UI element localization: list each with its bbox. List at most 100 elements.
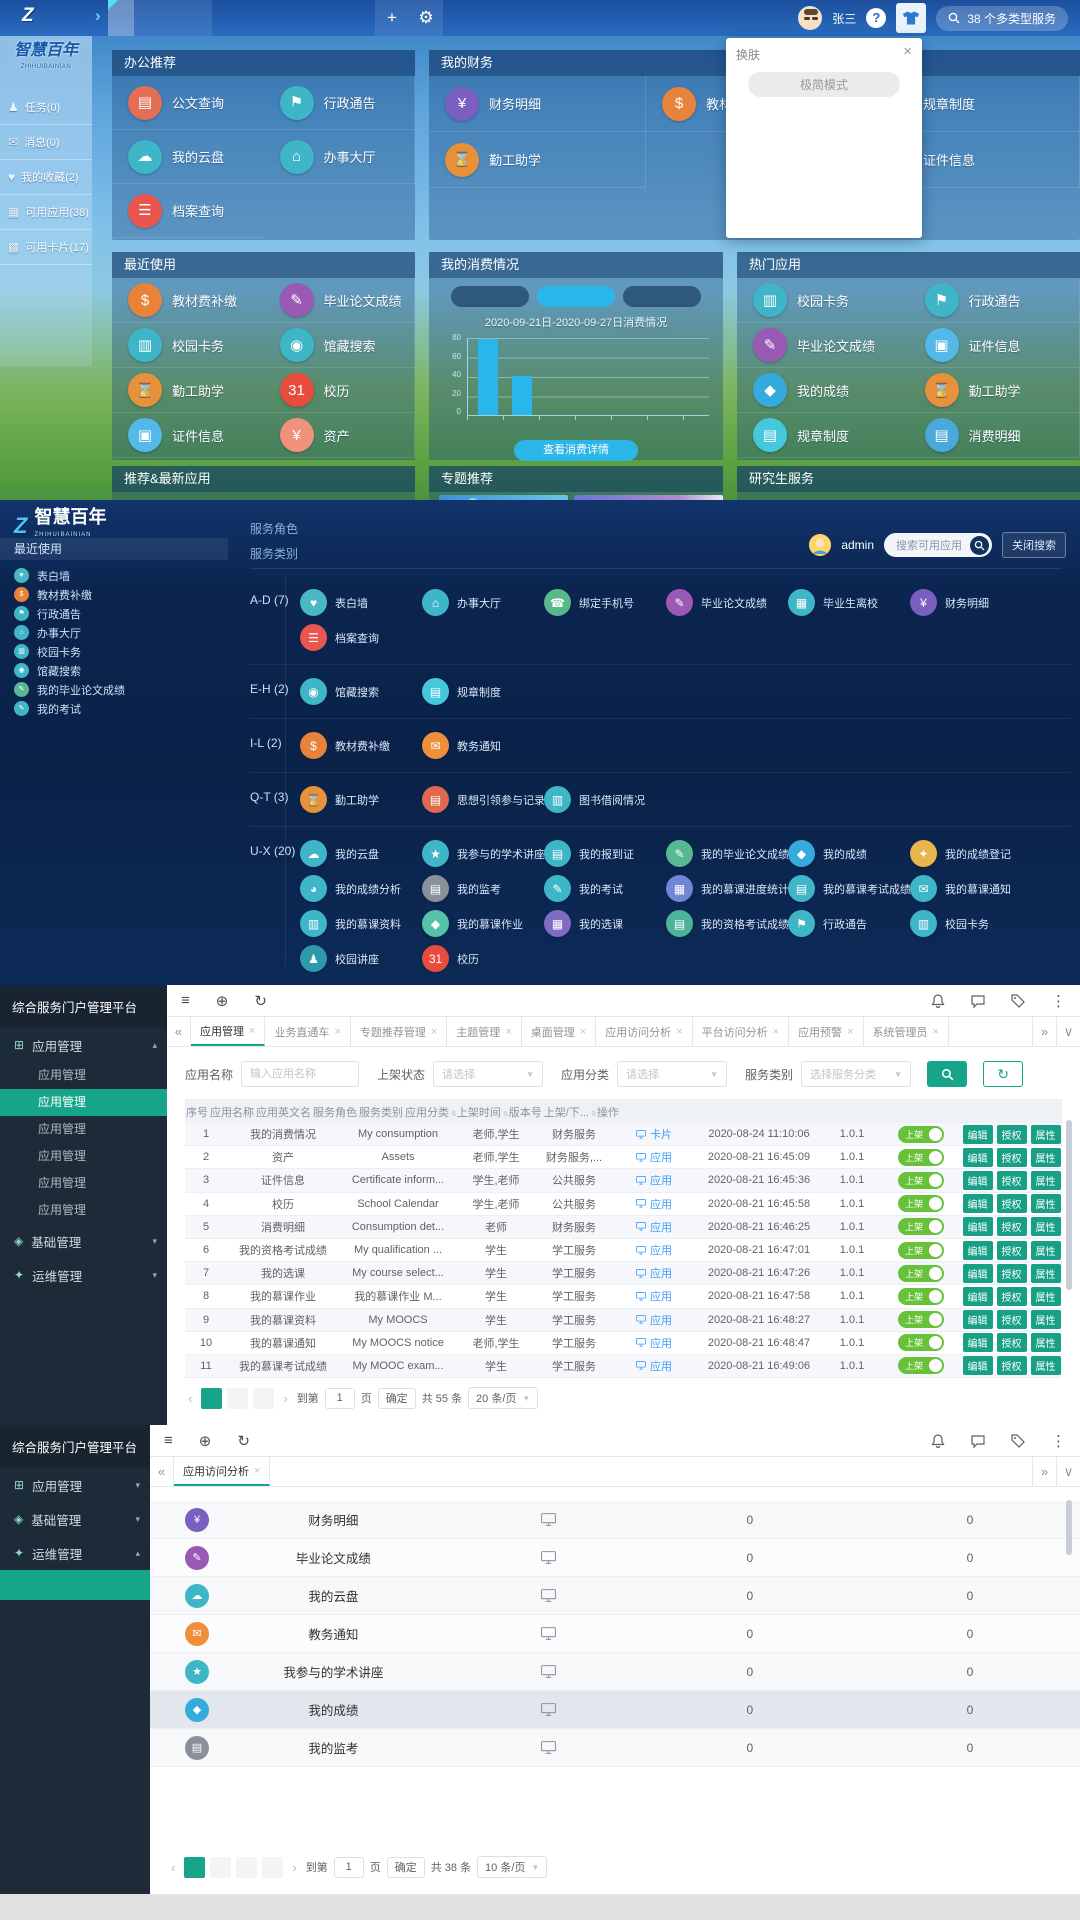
chat-icon[interactable]: [971, 994, 985, 1008]
app-item[interactable]: ✦我的成绩登记: [910, 836, 1032, 871]
app-item[interactable]: ⚑行政通告: [909, 278, 1080, 323]
next-page[interactable]: ›: [289, 1860, 299, 1875]
publish-toggle[interactable]: 上架: [898, 1265, 944, 1282]
admin-tab[interactable]: 平台访问分析×: [693, 1017, 789, 1046]
property-button[interactable]: 属性: [1031, 1264, 1061, 1283]
authorize-button[interactable]: 授权: [997, 1310, 1027, 1329]
table-header-cell[interactable]: 应用分类⇅: [405, 1104, 457, 1120]
recent-app-item[interactable]: ✎我的毕业论文成绩: [14, 680, 228, 699]
monitor-icon[interactable]: [458, 1741, 640, 1754]
edit-button[interactable]: 编辑: [963, 1194, 993, 1213]
app-item[interactable]: ▥我的慕课资料: [300, 906, 422, 941]
app-class-link[interactable]: 应用: [636, 1172, 672, 1188]
help-icon[interactable]: ?: [866, 8, 886, 28]
authorize-button[interactable]: 授权: [997, 1241, 1027, 1260]
sidebar-item[interactable]: ✉消息(0): [0, 125, 92, 160]
close-icon[interactable]: ×: [933, 1026, 939, 1038]
publish-toggle[interactable]: 上架: [898, 1288, 944, 1305]
page-number[interactable]: [227, 1388, 248, 1409]
admin-tab[interactable]: 主题管理×: [447, 1017, 521, 1046]
table-row[interactable]: 3 证件信息 Certificate inform... 学生,老师 公共服务 …: [185, 1169, 1062, 1192]
close-icon[interactable]: ×: [431, 1026, 437, 1038]
table-row[interactable]: 7 我的选课 My course select... 学生 学工服务 应用 20…: [185, 1262, 1062, 1285]
edit-button[interactable]: 编辑: [963, 1333, 993, 1352]
skin-thumbnail[interactable]: [797, 106, 851, 134]
app-class-link[interactable]: 应用: [636, 1149, 672, 1165]
close-icon[interactable]: ×: [676, 1026, 682, 1038]
publish-toggle[interactable]: 上架: [898, 1242, 944, 1259]
app-item[interactable]: ✎毕业论文成绩: [737, 323, 909, 368]
next-page[interactable]: ›: [280, 1391, 290, 1406]
property-button[interactable]: 属性: [1031, 1356, 1061, 1375]
app-item[interactable]: ▦毕业生离校: [788, 585, 910, 620]
app-item[interactable]: ▥校园卡务: [910, 906, 1032, 941]
app-item[interactable]: ♟校园讲座: [300, 941, 422, 976]
table-header-cell[interactable]: 序号: [186, 1104, 210, 1120]
app-item[interactable]: ☁我的云盘: [112, 130, 264, 184]
edit-button[interactable]: 编辑: [963, 1217, 993, 1236]
app-item[interactable]: ▤消费明细: [909, 413, 1080, 458]
view-consumption-detail-button[interactable]: 查看消费详情: [514, 440, 638, 461]
app-item[interactable]: ◆我的成绩: [737, 368, 909, 413]
skin-thumbnail[interactable]: [736, 141, 790, 169]
sidebar-menu-item[interactable]: ✦运维管理▴: [0, 1536, 150, 1570]
app-item[interactable]: ▤我的资格考试成绩: [666, 906, 788, 941]
monitor-icon[interactable]: [458, 1627, 640, 1640]
app-class-link[interactable]: 应用: [636, 1242, 672, 1258]
publish-toggle[interactable]: 上架: [898, 1334, 944, 1351]
property-button[interactable]: 属性: [1031, 1310, 1061, 1329]
status-select[interactable]: 请选择▼: [433, 1061, 543, 1087]
app-item[interactable]: ◉馆藏搜索: [300, 674, 422, 709]
globe-icon[interactable]: ⊕: [216, 992, 229, 1010]
authorize-button[interactable]: 授权: [997, 1287, 1027, 1306]
jump-page-input[interactable]: [334, 1857, 364, 1878]
prev-page[interactable]: ‹: [168, 1860, 178, 1875]
table-header-cell[interactable]: 上架时间⇅: [457, 1104, 509, 1120]
scrollbar[interactable]: [1066, 1120, 1072, 1290]
table-row[interactable]: 10 我的慕课通知 My MOOCS notice 老师,学生 学工服务 应用 …: [185, 1332, 1062, 1355]
authorize-button[interactable]: 授权: [997, 1356, 1027, 1375]
app-item[interactable]: ⚑行政通告: [264, 76, 416, 130]
period-button[interactable]: [451, 286, 529, 307]
monitor-icon[interactable]: [458, 1589, 640, 1602]
page-size-select[interactable]: 10 条/页▼: [477, 1856, 547, 1878]
page-number[interactable]: [253, 1388, 274, 1409]
sidebar-submenu-item[interactable]: 应用管理: [0, 1116, 167, 1143]
property-button[interactable]: 属性: [1031, 1241, 1061, 1260]
tabs-scroll-right[interactable]: »: [1032, 1017, 1056, 1046]
page-number[interactable]: [236, 1857, 257, 1878]
app-item[interactable]: ✎毕业论文成绩: [666, 585, 788, 620]
sidebar-item[interactable]: ▩可用卡片(17): [0, 230, 92, 265]
table-row[interactable]: 5 消费明细 Consumption det... 老师 财务服务 应用 202…: [185, 1216, 1062, 1239]
app-item[interactable]: ♥表白墙: [300, 585, 422, 620]
analysis-row[interactable]: ✎ 毕业论文成绩 0 0: [150, 1539, 1080, 1577]
authorize-button[interactable]: 授权: [997, 1148, 1027, 1167]
property-button[interactable]: 属性: [1031, 1287, 1061, 1306]
analysis-row[interactable]: ▤ 我的监考 0 0: [150, 1729, 1080, 1767]
table-row[interactable]: 6 我的资格考试成绩 My qualification ... 学生 学工服务 …: [185, 1239, 1062, 1262]
sidebar-item[interactable]: ♥我的收藏(2): [0, 160, 92, 195]
admin-tab[interactable]: 应用预警×: [789, 1017, 863, 1046]
monitor-icon[interactable]: [458, 1551, 640, 1564]
page-size-select[interactable]: 20 条/页▼: [468, 1387, 538, 1409]
sidebar-menu-item[interactable]: ⊞应用管理▾: [0, 1468, 150, 1502]
confirm-button[interactable]: 确定: [378, 1388, 416, 1409]
period-button[interactable]: [623, 286, 701, 307]
jump-page-input[interactable]: [325, 1388, 355, 1409]
admin-tab[interactable]: 专题推荐管理×: [351, 1017, 447, 1046]
skin-icon[interactable]: [896, 3, 926, 33]
page-number[interactable]: [210, 1857, 231, 1878]
authorize-button[interactable]: 授权: [997, 1125, 1027, 1144]
refresh-icon[interactable]: ↻: [254, 992, 267, 1010]
tabs-menu-icon[interactable]: ∨: [1056, 1017, 1080, 1046]
table-row[interactable]: 8 我的慕课作业 我的慕课作业 M... 学生 学工服务 应用 2020-08-…: [185, 1285, 1062, 1308]
analysis-row[interactable]: ✉ 教务通知 0 0: [150, 1615, 1080, 1653]
analysis-row[interactable]: ★ 我参与的学术讲座 0 0: [150, 1653, 1080, 1691]
property-button[interactable]: 属性: [1031, 1333, 1061, 1352]
bell-icon[interactable]: [931, 1434, 945, 1448]
app-item[interactable]: $教材费补缴: [112, 278, 264, 323]
publish-toggle[interactable]: 上架: [898, 1172, 944, 1189]
sidebar-menu-item[interactable]: ◈基础管理▾: [0, 1224, 167, 1258]
tag-icon[interactable]: [1011, 1434, 1025, 1448]
app-item[interactable]: ⌛勤工助学: [429, 132, 646, 188]
